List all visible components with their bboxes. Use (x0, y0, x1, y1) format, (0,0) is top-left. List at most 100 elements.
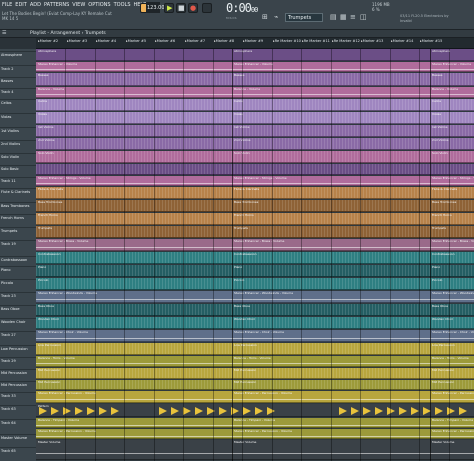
pattern-clip-marker[interactable] (99, 407, 107, 415)
track-header[interactable]: Contrabassoon (1, 258, 27, 262)
track-lane[interactable]: Contrabassoon Contrabassoon Contrabassoon (36, 252, 474, 264)
snap-icon[interactable]: ⌁ (274, 13, 282, 21)
track-lane[interactable]: Stereo Enhancer - Brass - Volume Stereo E… (36, 239, 474, 251)
timeline-marker[interactable]: Re Marker #10 (273, 39, 301, 43)
timeline-marker[interactable]: Marker #2 (38, 39, 58, 43)
track-lane[interactable]: Piano Piano Piano (36, 265, 474, 277)
play-button[interactable] (164, 3, 174, 13)
metronome-button[interactable] (202, 3, 212, 13)
channel-selector[interactable]: Trumpets (285, 13, 323, 22)
browser-icon[interactable]: ≡ (350, 13, 358, 21)
track-header[interactable]: Piano (1, 268, 11, 272)
timeline-marker[interactable]: Marker #3 (67, 39, 87, 43)
track-lane[interactable]: Cellos Cellos Cellos (36, 99, 474, 111)
pattern-clip-marker[interactable] (351, 407, 359, 415)
track-lane[interactable]: Master Volume Master Volume Master Volume (36, 440, 474, 460)
menu-view[interactable]: VIEW (72, 2, 85, 8)
track-header[interactable]: Low Percussion (1, 347, 28, 351)
timeline-marker[interactable]: Marker #13 (361, 39, 384, 43)
pattern-clip-marker[interactable] (39, 407, 47, 415)
track-header[interactable]: Track 63 (1, 407, 16, 411)
track-lane[interactable]: Stereo Enhancer - Percussion - Volume Ste… (36, 391, 474, 403)
track-lane[interactable]: Flute & Clarinets Flute & Clarinets Flute … (36, 187, 474, 199)
record-button[interactable] (188, 3, 198, 13)
track-header[interactable]: Piccolo (1, 281, 13, 285)
timeline-marker[interactable]: Marker #15 (420, 39, 443, 43)
track-header[interactable]: Track 4 (1, 90, 14, 94)
timeline-marker[interactable]: Re Marker #11 (302, 39, 330, 43)
pattern-clip-marker[interactable] (459, 407, 467, 415)
track-header[interactable]: Mid Percussion (1, 383, 27, 387)
track-lane[interactable]: Piccolo Piccolo Piccolo (36, 278, 474, 290)
playlist-menu-icon[interactable]: ☰ (2, 30, 6, 36)
pattern-clip-marker[interactable] (363, 407, 371, 415)
pattern-clip-marker[interactable] (267, 407, 275, 415)
pattern-clip-marker[interactable] (339, 407, 347, 415)
timeline-marker[interactable]: Marker #6 (155, 39, 175, 43)
pattern-clip-marker[interactable] (399, 407, 407, 415)
track-lane[interactable]: Mid Percussion Mid Percussion Mid Percussi… (36, 380, 474, 390)
pattern-clip-marker[interactable] (387, 407, 395, 415)
track-header[interactable]: Track 11 (1, 179, 16, 183)
track-lane[interactable]: Atmosphere Atmosphere Atmosphere (36, 49, 474, 61)
track-lane[interactable]: Solo Violin Solo Violin Solo Violin (36, 151, 474, 163)
track-lane[interactable]: Stereo Enhancer - Choir - Volume Stereo E… (36, 330, 474, 342)
mixer-icon[interactable]: ⊞ (262, 13, 270, 21)
track-header[interactable]: Track 33 (1, 394, 16, 398)
track-lane[interactable]: Bass Oboe Bass Oboe Bass Oboe (36, 304, 474, 316)
pattern-clip-marker[interactable] (195, 407, 203, 415)
pattern-clip-marker[interactable] (219, 407, 227, 415)
track-lane[interactable]: Stereo Enhancer - Strings - Volume Stereo… (36, 176, 474, 186)
timeline-marker[interactable]: Marker #4 (96, 39, 116, 43)
pattern-clip-marker[interactable] (159, 407, 167, 415)
tempo-display[interactable]: 123.000 (146, 2, 168, 13)
track-lane[interactable]: Mid Percussion Mid Percussion Mid Percussi… (36, 368, 474, 379)
timeline-marker[interactable]: Marker #7 (185, 39, 205, 43)
menu-edit[interactable]: EDIT (15, 2, 27, 8)
track-header[interactable]: Track 64 (1, 421, 16, 425)
plugin-icon[interactable]: ◫ (360, 13, 368, 21)
playlist-icon[interactable]: ▤ (330, 13, 338, 21)
track-header[interactable]: 2nd Violins (1, 142, 20, 146)
track-header[interactable]: Violas (1, 115, 11, 119)
track-header[interactable]: Wooden Choir (1, 320, 25, 324)
track-lane[interactable]: Bass Trombones Bass Trombones Bass Trombon… (36, 200, 474, 212)
track-header[interactable]: Track 65 (1, 449, 16, 453)
track-lane[interactable]: Violas Violas Violas (36, 112, 474, 124)
track-header[interactable]: Flute & Clarinets (1, 190, 30, 194)
track-header[interactable]: Master Volume (1, 436, 27, 440)
track-header[interactable]: Solo Violin (1, 155, 19, 159)
menu-patterns[interactable]: PATTERNS (44, 2, 69, 8)
track-header[interactable]: Track 29 (1, 359, 16, 363)
track-lane[interactable]: Low Percussion Low Percussion Low Percussi… (36, 343, 474, 355)
menu-add[interactable]: ADD (30, 2, 41, 8)
pattern-clip-marker[interactable] (75, 407, 83, 415)
timeline-marker[interactable]: Marker #9 (243, 39, 263, 43)
track-lane[interactable]: 2nd Violins 2nd Violins 2nd Violins (36, 138, 474, 150)
track-header[interactable]: French Horns (1, 216, 24, 220)
track-header[interactable]: Track 27 (1, 333, 16, 337)
track-header[interactable]: Basses (1, 79, 13, 83)
track-header[interactable]: Bass Trombones (1, 204, 29, 208)
track-header[interactable]: Track 2 (1, 67, 14, 71)
track-lane[interactable]: Basses Basses Basses (36, 73, 474, 86)
track-header[interactable]: Track 19 (1, 242, 16, 246)
pattern-clip-marker[interactable] (171, 407, 179, 415)
track-lane[interactable]: Pattern (36, 404, 474, 417)
track-header[interactable]: Solo Basic (1, 167, 19, 171)
track-lane[interactable]: Stereo Enhancer - Percussion - Volume Ste… (36, 429, 474, 439)
pattern-clip-marker[interactable] (183, 407, 191, 415)
track-header[interactable]: Trumpets (1, 229, 17, 233)
track-lane[interactable]: Balance - Toms - Volume Balance - Toms - … (36, 356, 474, 367)
pattern-clip-marker[interactable] (243, 407, 251, 415)
track-lane[interactable]: French Horns French Horns French Horns (36, 213, 474, 225)
pattern-clip-marker[interactable] (51, 407, 59, 415)
menu-tools[interactable]: TOOLS (114, 2, 131, 8)
menu-options[interactable]: OPTIONS (88, 2, 110, 8)
track-header[interactable]: Atmosphere (1, 53, 22, 57)
timeline-marker[interactable]: Marker #14 (391, 39, 414, 43)
piano-roll-icon[interactable]: ▦ (340, 13, 348, 21)
pattern-clip-marker[interactable] (435, 407, 443, 415)
menu-file[interactable]: FILE (2, 2, 12, 8)
timeline-marker[interactable]: Marker #8 (214, 39, 234, 43)
